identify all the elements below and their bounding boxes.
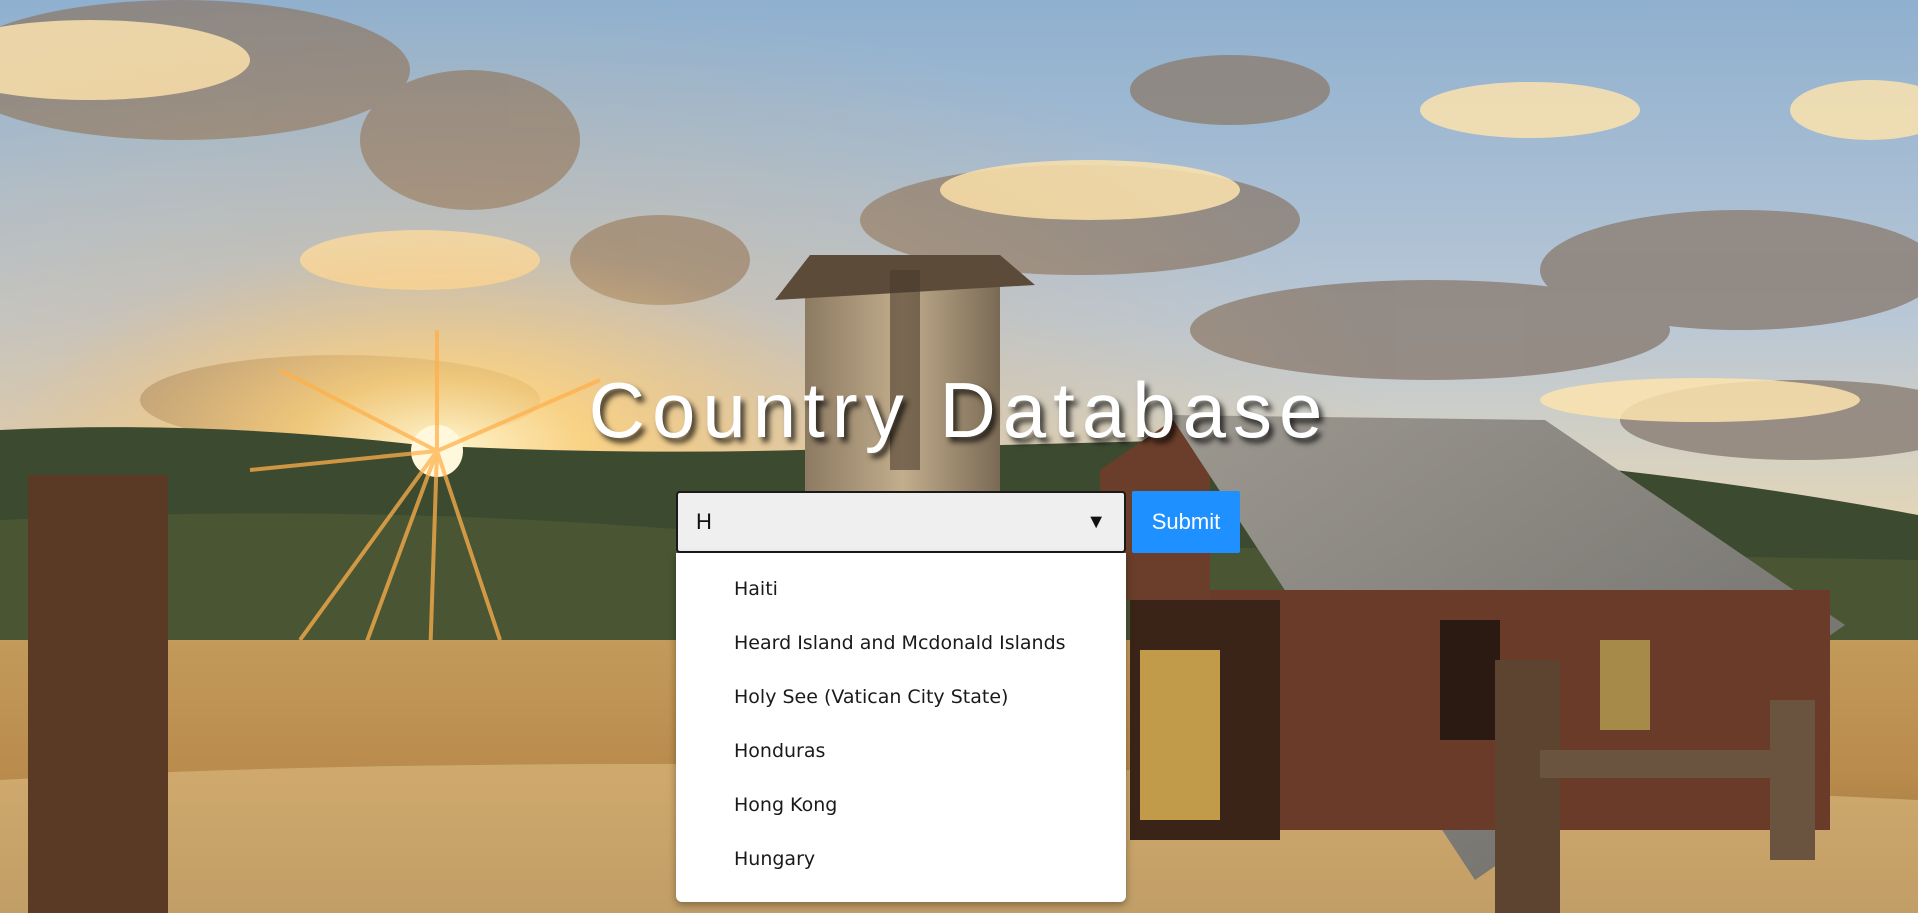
dropdown-option-hungary[interactable]: Hungary (716, 832, 1126, 886)
chevron-down-icon[interactable]: ▼ (1086, 512, 1106, 532)
submit-button[interactable]: Submit (1132, 491, 1240, 553)
page-title: Country Database (588, 366, 1330, 454)
country-search-form: H ▼ Submit (676, 491, 1240, 553)
country-select[interactable]: H ▼ (676, 491, 1126, 553)
dropdown-option-heard-island[interactable]: Heard Island and Mcdonald Islands (716, 616, 1126, 670)
dropdown-option-honduras[interactable]: Honduras (716, 724, 1126, 778)
dropdown-option-holy-see[interactable]: Holy See (Vatican City State) (716, 670, 1126, 724)
dropdown-option-hong-kong[interactable]: Hong Kong (716, 778, 1126, 832)
dropdown-option-haiti[interactable]: Haiti (716, 562, 1126, 616)
country-dropdown-list: Haiti Heard Island and Mcdonald Islands … (676, 553, 1126, 902)
country-select-value: H (696, 509, 712, 534)
